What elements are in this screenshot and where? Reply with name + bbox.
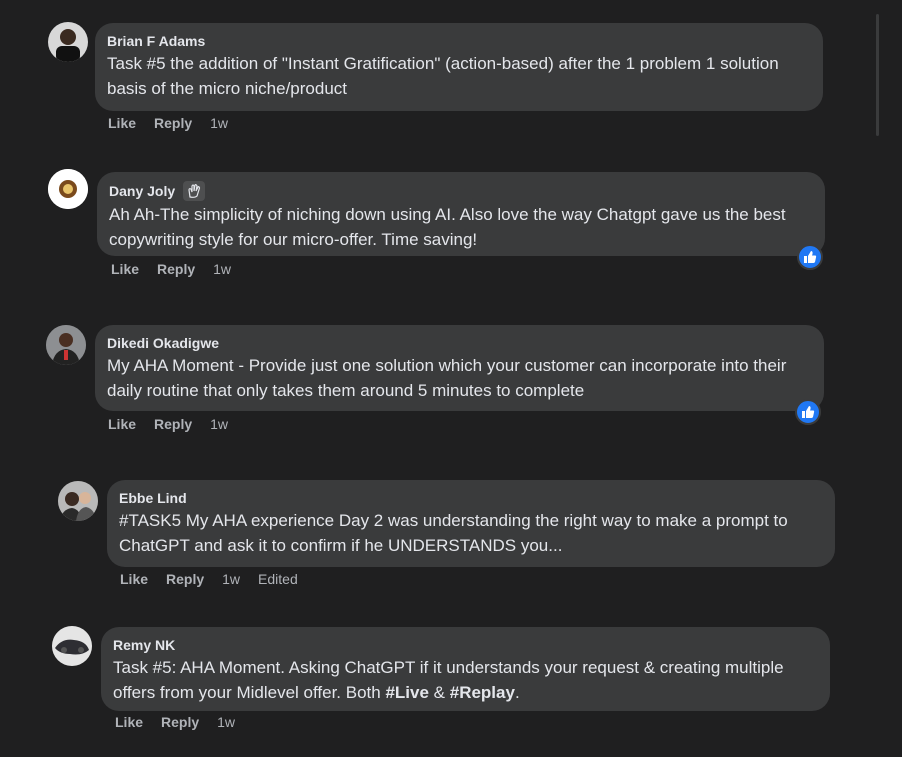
like-button[interactable]: Like — [120, 571, 148, 587]
comment-timestamp[interactable]: 1w — [210, 115, 228, 131]
comment-text: Ah Ah-The simplicity of niching down usi… — [109, 205, 786, 249]
waving-hand-icon — [183, 181, 206, 201]
like-button[interactable]: Like — [108, 416, 136, 432]
comment-text: #TASK5 My AHA experience Day 2 was under… — [119, 511, 788, 555]
comment-timestamp[interactable]: 1w — [217, 714, 235, 730]
edited-label[interactable]: Edited — [258, 571, 298, 587]
reply-button[interactable]: Reply — [161, 714, 199, 730]
reply-button[interactable]: Reply — [166, 571, 204, 587]
comment-text-part: & — [428, 683, 450, 702]
comment-bubble: Ebbe Lind #TASK5 My AHA experience Day 2… — [107, 480, 835, 567]
comment-bubble: Dikedi Okadigwe My AHA Moment - Provide … — [95, 325, 824, 411]
comment-text: My AHA Moment - Provide just one solutio… — [107, 356, 787, 400]
like-button[interactable]: Like — [115, 714, 143, 730]
hashtag-live-link[interactable]: #Live — [385, 683, 428, 702]
comment-author[interactable]: Ebbe Lind — [119, 489, 823, 507]
comment-timestamp[interactable]: 1w — [213, 261, 231, 277]
reply-button[interactable]: Reply — [154, 115, 192, 131]
comment-author[interactable]: Dikedi Okadigwe — [107, 334, 812, 352]
comment-text: Task #5: AHA Moment. Asking ChatGPT if i… — [113, 655, 818, 705]
comment-bubble: Dany Joly Ah Ah-The simplicity of nichin… — [97, 172, 825, 256]
comment-author[interactable]: Brian F Adams — [107, 32, 811, 50]
like-button[interactable]: Like — [108, 115, 136, 131]
comment-author[interactable]: Remy NK — [113, 636, 818, 654]
like-button[interactable]: Like — [111, 261, 139, 277]
comment-bubble: Brian F Adams Task #5 the addition of "I… — [95, 23, 823, 111]
hashtag-replay-link[interactable]: #Replay — [450, 683, 515, 702]
comment-text-part: . — [514, 683, 520, 702]
comment-actions: Like Reply 1w — [111, 261, 231, 277]
comment-actions: Like Reply 1w — [108, 416, 228, 432]
reply-button[interactable]: Reply — [157, 261, 195, 277]
avatar[interactable] — [58, 481, 98, 521]
avatar[interactable] — [52, 626, 92, 666]
reply-button[interactable]: Reply — [154, 416, 192, 432]
comment-timestamp[interactable]: 1w — [222, 571, 240, 587]
like-reaction-icon[interactable] — [795, 399, 821, 425]
comment-text: Task #5 the addition of "Instant Gratifi… — [107, 54, 779, 98]
like-reaction-icon[interactable] — [797, 244, 823, 270]
comment-actions: Like Reply 1w — [108, 115, 228, 131]
comment-actions: Like Reply 1w Edited — [120, 571, 298, 587]
comment-actions: Like Reply 1w — [115, 714, 235, 730]
comment-author[interactable]: Dany Joly — [109, 182, 175, 200]
comment-bubble: Remy NK Task #5: AHA Moment. Asking Chat… — [101, 627, 830, 711]
scrollbar[interactable] — [876, 14, 879, 136]
comment-author-row: Dany Joly — [109, 181, 813, 201]
avatar[interactable] — [46, 325, 86, 365]
avatar[interactable] — [48, 169, 88, 209]
comment-timestamp[interactable]: 1w — [210, 416, 228, 432]
avatar[interactable] — [48, 22, 88, 62]
